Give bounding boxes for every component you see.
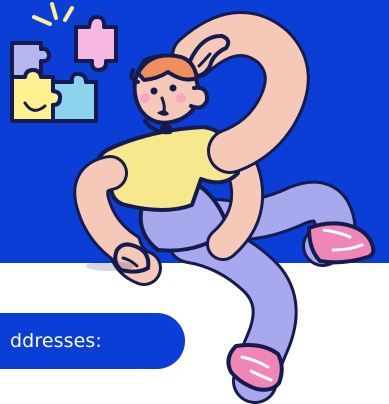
sparkles-icon: [32, 2, 74, 26]
puzzle-pieces-illustration: [10, 15, 118, 123]
illustration-canvas: [10, 2, 376, 404]
pink-shoe-right: [307, 221, 376, 265]
promo-banner: ddresses:: [0, 0, 389, 404]
puzzle-piece-pink: [74, 15, 118, 72]
happy-thinking-character-illustration: [73, 11, 376, 404]
puzzle-piece-blue: [51, 71, 98, 123]
